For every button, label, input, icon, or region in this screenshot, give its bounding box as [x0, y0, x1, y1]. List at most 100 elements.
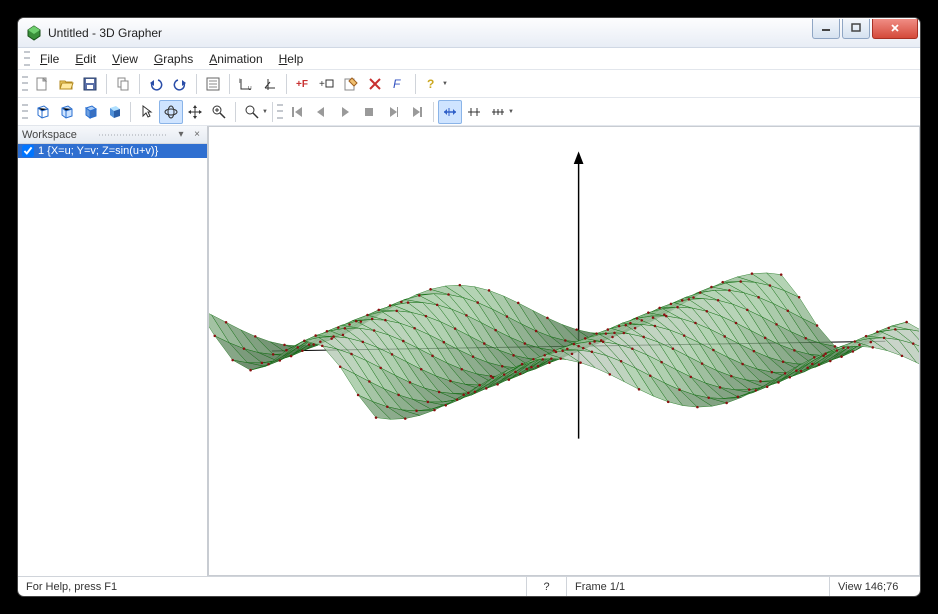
cube-hidden-icon [58, 104, 74, 120]
new-button[interactable] [30, 72, 54, 96]
application-window: Untitled - 3D Grapher File Edit View Gra… [18, 18, 920, 596]
zoom-dropdown-icon[interactable]: ▼ [262, 109, 268, 115]
cursor-icon [139, 104, 155, 120]
add-box-button[interactable]: + [315, 72, 339, 96]
next-frame-button[interactable] [381, 100, 405, 124]
axes-icon [262, 76, 278, 92]
workspace-item-checkbox[interactable] [22, 145, 34, 157]
redo-button[interactable] [168, 72, 192, 96]
pan-icon [187, 104, 203, 120]
view-hidden-button[interactable] [54, 100, 78, 124]
delete-function-button[interactable] [363, 72, 387, 96]
workspace-title: Workspace [22, 129, 91, 141]
help-icon: ? [424, 76, 440, 92]
pan-tool[interactable] [183, 100, 207, 124]
cube-shaded-icon [106, 104, 122, 120]
snap-y-button[interactable] [462, 100, 486, 124]
menu-file[interactable]: File [32, 50, 67, 68]
view-wireframe-button[interactable] [30, 100, 54, 124]
workspace-header: Workspace ▾ × [18, 126, 207, 144]
axes-labels-button[interactable]: IU [234, 72, 258, 96]
menubar: File Edit View Graphs Animation Help [18, 48, 920, 70]
menu-help[interactable]: Help [271, 50, 312, 68]
snap-z-button[interactable] [486, 100, 510, 124]
properties-icon [205, 76, 221, 92]
workspace-panel: Workspace ▾ × 1 {X=u; Y=v; Z=sin(u+v)} [18, 126, 208, 576]
status-hint: ? [527, 577, 567, 596]
italic-function-button[interactable]: F [387, 72, 411, 96]
delete-icon [367, 76, 383, 92]
add-function-icon: +F [295, 76, 311, 92]
svg-text:+F: +F [296, 79, 308, 90]
toolbar-overflow-icon[interactable]: ▼ [442, 81, 448, 87]
snap-x-icon [442, 104, 458, 120]
toolbar2-overflow-icon[interactable]: ▼ [508, 109, 514, 115]
svg-text:?: ? [427, 77, 434, 91]
app-icon [26, 25, 42, 41]
edit-function-button[interactable] [339, 72, 363, 96]
properties-button[interactable] [201, 72, 225, 96]
window-controls [810, 19, 918, 39]
svg-text:U: U [248, 86, 252, 92]
menu-view[interactable]: View [104, 50, 146, 68]
last-icon [410, 105, 424, 119]
window-title: Untitled - 3D Grapher [48, 26, 810, 40]
maximize-button[interactable] [842, 19, 870, 39]
axes-button[interactable] [258, 72, 282, 96]
cube-wireframe-icon [34, 104, 50, 120]
workspace-item[interactable]: 1 {X=u; Y=v; Z=sin(u+v)} [18, 144, 207, 158]
status-view: View 146;76 [830, 577, 920, 596]
snap-y-icon [466, 104, 482, 120]
status-help: For Help, press F1 [18, 577, 527, 596]
svg-text:F: F [393, 77, 401, 91]
add-box-icon: + [319, 76, 335, 92]
edit-function-icon [343, 76, 359, 92]
workspace-close-icon[interactable]: × [191, 129, 203, 140]
menu-edit[interactable]: Edit [67, 50, 104, 68]
open-button[interactable] [54, 72, 78, 96]
stop-button[interactable] [357, 100, 381, 124]
toolbar-view: ▼ ▼ [18, 98, 920, 126]
prev-frame-button[interactable] [309, 100, 333, 124]
next-icon [386, 105, 400, 119]
function-style-icon: F [391, 76, 407, 92]
workspace-item-label: 1 {X=u; Y=v; Z=sin(u+v)} [38, 145, 158, 157]
help-button[interactable]: ? [420, 72, 444, 96]
fit-icon [211, 104, 227, 120]
toolbar-main: IU +F + F ? ▼ [18, 70, 920, 98]
close-button[interactable] [872, 19, 918, 39]
3d-viewport[interactable] [208, 126, 920, 576]
save-icon [82, 76, 98, 92]
rotate-icon [163, 104, 179, 120]
select-tool[interactable] [135, 100, 159, 124]
undo-button[interactable] [144, 72, 168, 96]
snap-x-button[interactable] [438, 100, 462, 124]
first-frame-button[interactable] [285, 100, 309, 124]
play-icon [338, 105, 352, 119]
copy-button[interactable] [111, 72, 135, 96]
rotate-tool[interactable] [159, 100, 183, 124]
menu-graphs[interactable]: Graphs [146, 50, 201, 68]
graph-surface [209, 127, 919, 575]
titlebar: Untitled - 3D Grapher [18, 18, 920, 48]
last-frame-button[interactable] [405, 100, 429, 124]
new-file-icon [34, 76, 50, 92]
menu-animation[interactable]: Animation [201, 50, 270, 68]
view-flat-button[interactable] [78, 100, 102, 124]
minimize-button[interactable] [812, 19, 840, 39]
open-folder-icon [58, 76, 74, 92]
undo-icon [148, 76, 164, 92]
cube-flat-icon [82, 104, 98, 120]
snap-z-icon [490, 104, 506, 120]
zoom-tool[interactable] [240, 100, 264, 124]
fit-tool[interactable] [207, 100, 231, 124]
redo-icon [172, 76, 188, 92]
save-button[interactable] [78, 72, 102, 96]
statusbar: For Help, press F1 ? Frame 1/1 View 146;… [18, 576, 920, 596]
workspace-dropdown-icon[interactable]: ▾ [175, 129, 187, 140]
add-function-button[interactable]: +F [291, 72, 315, 96]
stop-icon [362, 105, 376, 119]
play-button[interactable] [333, 100, 357, 124]
status-frame: Frame 1/1 [567, 577, 830, 596]
view-shaded-button[interactable] [102, 100, 126, 124]
